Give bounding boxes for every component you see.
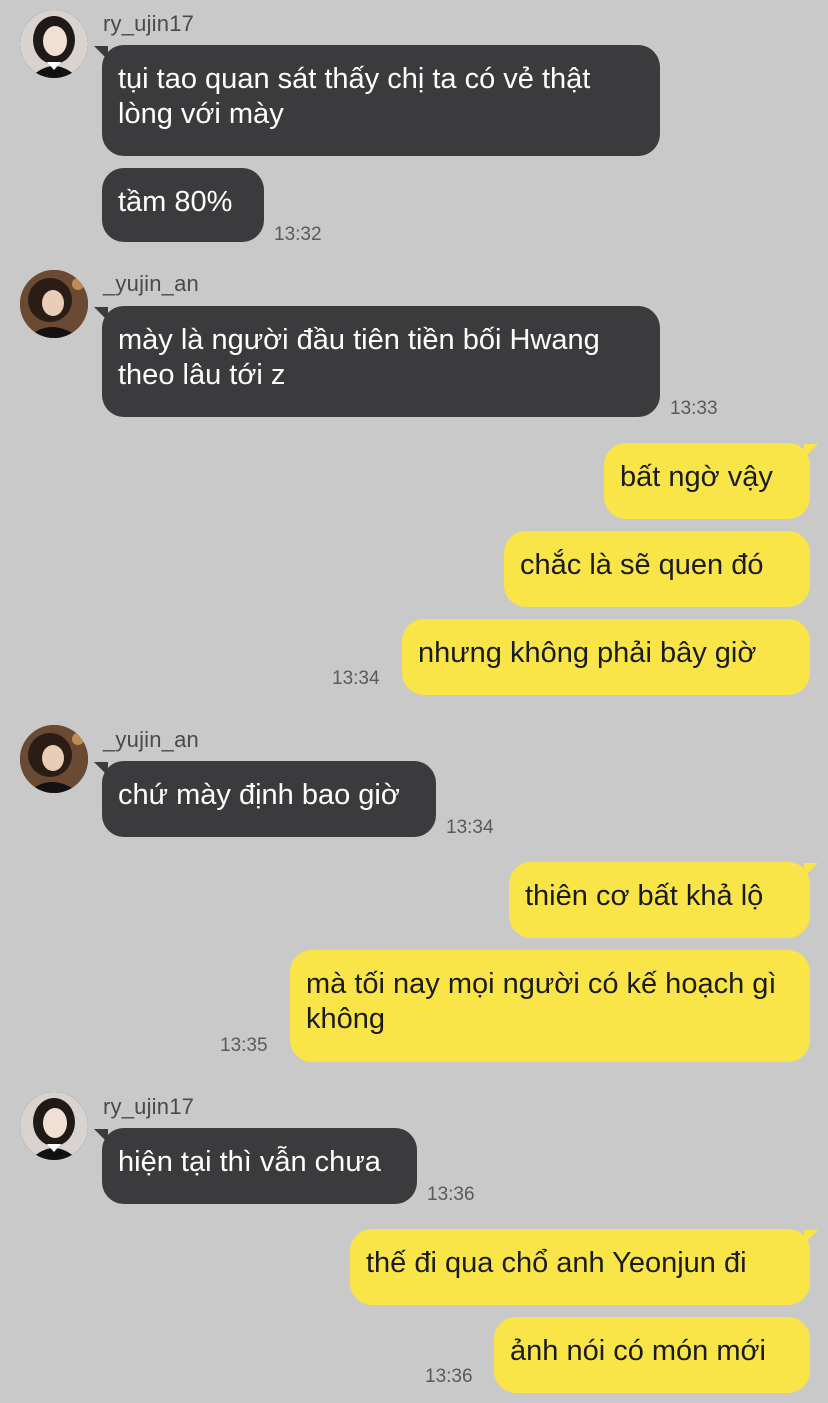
sender-name: _yujin_an — [103, 271, 199, 296]
sender-name: ry_ujin17 — [103, 1094, 195, 1119]
incoming-message[interactable]: chứ mày định bao giờ — [102, 761, 436, 837]
message-time: 13:36 — [427, 1184, 475, 1205]
profile-photo-icon — [20, 10, 88, 78]
outgoing-message[interactable]: thế đi qua chổ anh Yeonjun đi — [350, 1229, 810, 1305]
sender-name: _yujin_an — [103, 727, 199, 752]
outgoing-message[interactable]: bất ngờ vậy — [604, 443, 810, 519]
message-time: 13:34 — [446, 817, 494, 838]
incoming-message[interactable]: hiện tại thì vẫn chưa — [102, 1128, 417, 1204]
profile-photo-icon — [20, 725, 88, 793]
message-time: 13:33 — [670, 398, 718, 419]
avatar[interactable] — [20, 10, 88, 78]
message-time: 13:35 — [220, 1035, 268, 1056]
avatar[interactable] — [20, 270, 88, 338]
outgoing-message[interactable]: chắc là sẽ quen đó — [504, 531, 810, 607]
message-time: 13:36 — [425, 1366, 473, 1387]
outgoing-message[interactable]: thiên cơ bất khả lộ — [509, 862, 810, 938]
incoming-message[interactable]: mày là người đầu tiên tiền bối Hwang the… — [102, 306, 660, 417]
sender-name: ry_ujin17 — [103, 11, 195, 36]
outgoing-message[interactable]: ảnh nói có món mới — [494, 1317, 810, 1393]
incoming-message[interactable]: tụi tao quan sát thấy chị ta có vẻ thật … — [102, 45, 660, 156]
message-time: 13:32 — [274, 224, 322, 245]
profile-photo-icon — [20, 1092, 88, 1160]
avatar[interactable] — [20, 1092, 88, 1160]
incoming-message[interactable]: tầm 80% — [102, 168, 264, 242]
message-time: 13:34 — [332, 668, 380, 689]
outgoing-message[interactable]: nhưng không phải bây giờ — [402, 619, 810, 695]
avatar[interactable] — [20, 725, 88, 793]
outgoing-message[interactable]: mà tối nay mọi người có kế hoạch gì khôn… — [290, 950, 810, 1062]
profile-photo-icon — [20, 270, 88, 338]
